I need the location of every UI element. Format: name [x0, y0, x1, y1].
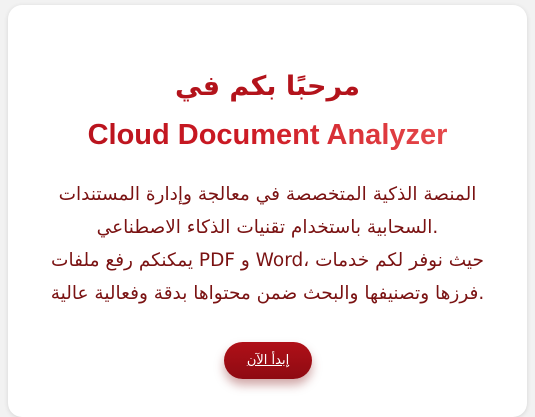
welcome-card: مرحبًا بكم في Cloud Document Analyzer ال…	[8, 5, 527, 417]
description-line: حيث نوفر لكم خدمات ،Word و PDF يمكنكم رف…	[51, 250, 484, 271]
start-now-button[interactable]: إبدأ الآن	[224, 342, 312, 379]
description-line: .فرزها وتصنيفها والبحث ضمن محتواها بدقة …	[50, 283, 485, 304]
description-line: المنصة الذكية المتخصصة في معالجة وإدارة …	[58, 184, 477, 205]
welcome-greeting: مرحبًا بكم في	[175, 71, 360, 102]
welcome-description: المنصة الذكية المتخصصة في معالجة وإدارة …	[26, 178, 509, 310]
description-line: .السحابية باستخدام تقنيات الذكاء الاصطنا…	[96, 217, 439, 238]
app-name-title: Cloud Document Analyzer	[8, 115, 527, 155]
